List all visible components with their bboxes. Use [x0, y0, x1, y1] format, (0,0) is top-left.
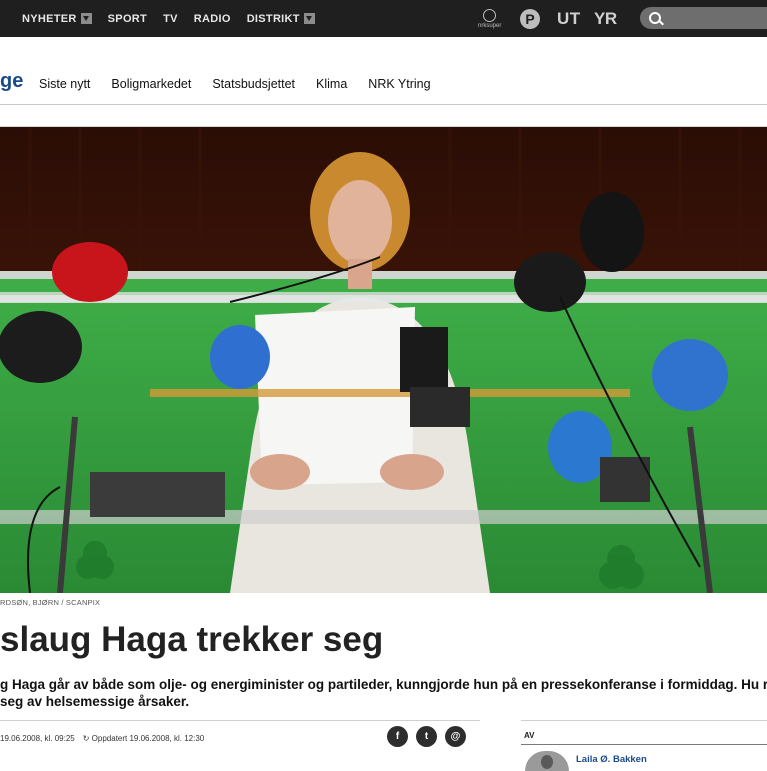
- smiley-icon: [483, 8, 497, 22]
- refresh-icon: ↻: [82, 734, 92, 743]
- divider: [521, 744, 767, 745]
- section-link-nrk-ytring[interactable]: NRK Ytring: [368, 77, 430, 91]
- share-email-button[interactable]: @: [445, 726, 466, 747]
- section-navigation: ge Siste nytt Boligmarkedet Statsbudsjet…: [0, 37, 767, 127]
- article-headline: slaug Haga trekker seg: [0, 620, 384, 659]
- byline-heading: AV: [524, 731, 535, 740]
- section-title[interactable]: ge: [0, 70, 23, 93]
- ut-logo[interactable]: UT: [557, 0, 581, 37]
- photo-credit: RDSØN, BJØRN / SCANPIX: [0, 598, 101, 607]
- section-link-siste-nytt[interactable]: Siste nytt: [39, 77, 90, 91]
- avatar: [525, 751, 569, 771]
- article-dates: 19.06.2008, kl. 09:25 ↻ Oppdatert 19.06.2…: [0, 734, 204, 743]
- twitter-icon: t: [424, 731, 429, 742]
- search-input[interactable]: [640, 7, 767, 29]
- press-conference-illustration: [0, 127, 767, 593]
- nav-nyheter[interactable]: NYHETER: [22, 13, 92, 25]
- chevron-down-icon[interactable]: [80, 13, 92, 24]
- nav-sport[interactable]: SPORT: [108, 13, 147, 25]
- facebook-icon: f: [395, 731, 400, 742]
- email-icon: @: [450, 731, 461, 742]
- top-navigation-bar: NYHETER SPORT TV RADIO DISTRIKT nrksuper…: [0, 0, 767, 37]
- nav-tv[interactable]: TV: [163, 13, 178, 25]
- main-menu: NYHETER SPORT TV RADIO DISTRIKT: [22, 0, 331, 37]
- updated-label: Oppdatert: [91, 734, 128, 743]
- updated-date: 19.06.2008, kl. 12:30: [129, 734, 205, 743]
- author-box: AV Laila Ø. Bakken: [521, 720, 767, 771]
- nrk-super-logo[interactable]: nrksuper: [478, 0, 501, 37]
- section-link-klima[interactable]: Klima: [316, 77, 347, 91]
- section-links: Siste nytt Boligmarkedet Statsbudsjettet…: [39, 77, 452, 91]
- section-link-statsbudsjettet[interactable]: Statsbudsjettet: [212, 77, 295, 91]
- chevron-down-icon[interactable]: [303, 13, 315, 24]
- published-date: 19.06.2008, kl. 09:25: [0, 734, 75, 743]
- section-link-boligmarkedet[interactable]: Boligmarkedet: [111, 77, 191, 91]
- article-hero-photo: [0, 127, 767, 593]
- author-link[interactable]: Laila Ø. Bakken: [576, 754, 647, 765]
- nav-radio[interactable]: RADIO: [194, 13, 231, 25]
- yr-logo[interactable]: YR: [594, 0, 617, 37]
- divider: [0, 104, 767, 105]
- nav-distrikt[interactable]: DISTRIKT: [247, 13, 315, 25]
- share-facebook-button[interactable]: f: [387, 726, 408, 747]
- updated-info: ↻ Oppdatert 19.06.2008, kl. 12:30: [83, 734, 204, 743]
- search-icon[interactable]: [649, 12, 661, 24]
- nrk-p3-logo[interactable]: P: [520, 0, 540, 37]
- article-lead: g Haga går av både som olje- og energimi…: [0, 677, 767, 709]
- article-meta: 19.06.2008, kl. 09:25 ↻ Oppdatert 19.06.2…: [0, 720, 480, 768]
- share-twitter-button[interactable]: t: [416, 726, 437, 747]
